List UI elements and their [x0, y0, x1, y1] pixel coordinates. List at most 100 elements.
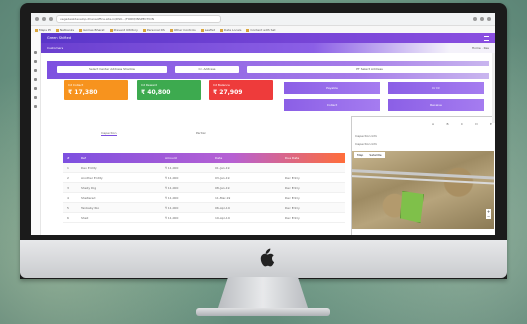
table-cell: 19-Apr-19 — [215, 215, 230, 220]
table-cell: ₹ 11,000 — [165, 195, 179, 200]
help-icon[interactable] — [34, 105, 37, 108]
table-cell: 6 — [67, 215, 69, 220]
bookmark[interactable]: Other Controls — [170, 28, 196, 32]
table-cell: Shelly Dig — [81, 185, 97, 190]
map-info: A B C D E Inspection Info Inspection Inf… — [352, 117, 494, 149]
info-line: Inspection Info — [355, 134, 378, 138]
satellite-map[interactable]: Map Satellite + − — [352, 151, 494, 229]
column-header: Due Date — [285, 156, 300, 160]
screen: vegadeskdevelop.dhanaoffice.site.in/DSK.… — [31, 13, 495, 235]
column-label: B — [446, 122, 449, 126]
table-row[interactable]: 5 Tanbaby Rio ₹ 11,000 06-Apr-19 Dec Entry — [63, 203, 345, 213]
column-label: A — [432, 122, 435, 126]
extension-icon[interactable] — [480, 17, 484, 21]
bookmark[interactable]: Data Locals — [220, 28, 241, 32]
highlighted-field-polygon[interactable] — [400, 191, 424, 223]
table-cell: 11-Mar-19 — [215, 195, 231, 200]
table-cell: 4 — [67, 195, 69, 200]
profile-icon[interactable] — [487, 17, 491, 21]
scrollbar[interactable] — [492, 53, 495, 123]
table-cell: ₹ 11,000 — [165, 205, 179, 210]
bookmark[interactable]: Maps Pt — [35, 28, 51, 32]
card-value: ₹ 17,380 — [68, 89, 98, 96]
menu-icon[interactable] — [484, 35, 489, 41]
table-cell: Another Entity — [81, 175, 103, 180]
crdr-button[interactable]: Cr Dr — [388, 82, 484, 94]
user-icon[interactable] — [34, 60, 37, 63]
apple-logo-icon — [260, 248, 275, 267]
map-tab-satellite[interactable]: Satellite — [366, 152, 384, 158]
forward-icon[interactable] — [42, 17, 46, 21]
info-line: Inspection Info — [355, 142, 378, 146]
payable-button[interactable]: Payable — [284, 82, 380, 94]
table-row[interactable]: 2 Another Entity ₹ 11,000 03-Jan-19 Dec Entr… — [63, 173, 345, 183]
table-row[interactable]: 4 Sheltered ₹ 11,000 11-Mar-19 Dec Entry — [63, 193, 345, 203]
table-cell: ₹ 11,000 — [165, 165, 179, 170]
collect-button[interactable]: Collect — [284, 99, 380, 111]
card-label: Int Reward — [141, 83, 158, 87]
card-value: ₹ 27,909 — [213, 89, 243, 96]
column-header: # — [67, 156, 70, 160]
zoom-controls[interactable]: + − — [486, 209, 491, 219]
reload-icon[interactable] — [49, 17, 53, 21]
app-topbar: Green Shifted — [41, 33, 495, 43]
bookmark[interactable]: Netbanks — [56, 28, 74, 32]
pt-select[interactable]: PT Select Address — [247, 66, 492, 73]
center-select[interactable]: Select Center Address Shadow — [57, 66, 167, 73]
tab-inspection[interactable]: Inspection — [101, 131, 117, 136]
table-cell: 06-Apr-19 — [215, 205, 230, 210]
balance-card[interactable]: Int Balance ₹ 27,909 — [209, 80, 273, 100]
collect-card[interactable]: Int Collect ₹ 17,380 — [64, 80, 128, 100]
bookmark[interactable]: Leaflet — [201, 28, 215, 32]
back-icon[interactable] — [35, 17, 39, 21]
filter-panel: Select Center Address Shadow Cr. Address… — [47, 61, 492, 79]
table-cell: ₹ 11,000 — [165, 215, 179, 220]
table-cell: ₹ 11,000 — [165, 185, 179, 190]
table-cell: Dev Entity — [81, 165, 97, 170]
browser-toolbar: vegadeskdevelop.dhanaoffice.site.in/DSK.… — [31, 13, 495, 26]
table-cell: Dec Entry — [285, 185, 300, 190]
report-icon[interactable] — [34, 87, 37, 90]
card-value: ₹ 40,800 — [141, 89, 171, 96]
main-content: Green Shifted Customers Home · Res Selec… — [41, 33, 495, 235]
map-type-toggle: Map Satellite — [354, 152, 385, 158]
address-select[interactable]: Cr. Address — [175, 66, 239, 73]
table-row[interactable]: 1 Dev Entity ₹ 11,000 01-Jan-19 — [63, 163, 345, 173]
bookmark[interactable]: Content with Sat — [246, 28, 275, 32]
table-row[interactable]: 3 Shelly Dig ₹ 11,000 08-Jan-19 Dec Entry — [63, 183, 345, 193]
bookmark[interactable]: Gomes Bharat — [79, 28, 105, 32]
table-header: # Ref Amount Date Due Date — [63, 153, 345, 163]
bookmark[interactable]: Prevent Ultiltory — [110, 28, 138, 32]
map-panel: A B C D E Inspection Info Inspection Inf… — [351, 116, 495, 235]
left-sidebar — [31, 33, 41, 235]
receive-button[interactable]: Receive — [388, 99, 484, 111]
card-label: Int Balance — [213, 83, 230, 87]
tab-partial[interactable]: Partial — [196, 131, 205, 135]
table-cell: ₹ 11,000 — [165, 175, 179, 180]
card-label: Int Collect — [68, 83, 84, 87]
table-cell: Dec Entry — [285, 215, 300, 220]
home-icon[interactable] — [34, 51, 37, 54]
data-table: # Ref Amount Date Due Date 1 Dev Entity ₹ … — [63, 153, 345, 223]
table-cell: 3 — [67, 185, 69, 190]
column-label: D — [475, 122, 478, 126]
imac-stand-neck — [217, 277, 309, 311]
bookmark[interactable]: Personal DS — [143, 28, 165, 32]
table-cell: Sheltered — [81, 195, 96, 200]
table-cell: Shell — [81, 215, 89, 220]
list-icon[interactable] — [34, 69, 37, 72]
table-cell: Dec Entry — [285, 195, 300, 200]
settings-icon[interactable] — [34, 96, 37, 99]
map-tab-map[interactable]: Map — [354, 152, 366, 158]
table-cell: 5 — [67, 205, 69, 210]
table-row[interactable]: 6 Shell ₹ 11,000 19-Apr-19 Dec Entry — [63, 213, 345, 223]
column-header: Ref — [81, 156, 86, 160]
address-bar[interactable]: vegadeskdevelop.dhanaoffice.site.in/DSK.… — [56, 15, 221, 23]
reward-card[interactable]: Int Reward ₹ 40,800 — [137, 80, 201, 100]
table-cell: 2 — [67, 175, 69, 180]
extension-icon[interactable] — [473, 17, 477, 21]
map-icon[interactable] — [34, 78, 37, 81]
page-title: Customers — [47, 46, 64, 50]
zoom-out-button[interactable]: − — [486, 214, 491, 219]
page-banner: Customers Home · Res — [41, 43, 495, 53]
